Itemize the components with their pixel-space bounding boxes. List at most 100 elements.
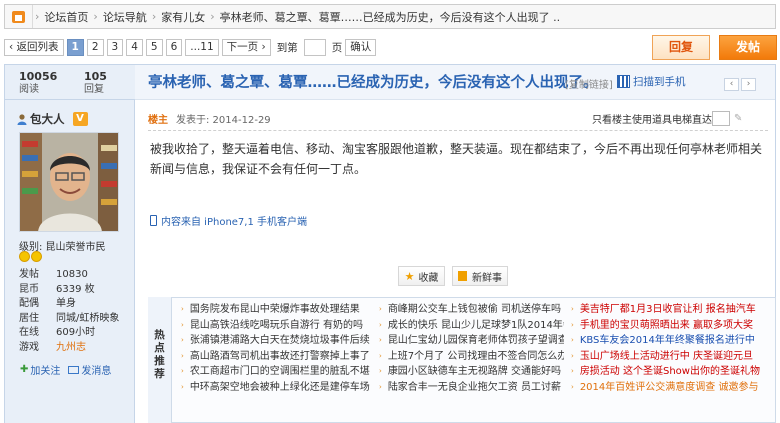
page-5[interactable]: 5	[145, 38, 163, 56]
follow-button[interactable]: ✚ 加关注	[20, 362, 60, 377]
page-unit-label: 页	[331, 41, 343, 54]
prev-thread-arrow-icon[interactable]: ‹	[724, 78, 739, 91]
promo-link[interactable]: › 2014年百姓评公交满意度调查 诚邀参与	[571, 380, 776, 396]
hot-link[interactable]: › 康园小区缺德车主无视路牌 交通能好吗	[379, 364, 564, 380]
replies-stat: 105 回复	[70, 65, 135, 99]
arrow-icon: ›	[571, 382, 574, 391]
from-phone-label: 内容来自 iPhone7,1 手机客户端	[161, 217, 308, 228]
hot-link-text: 商峰期公交车上钱包被偷 司机送停车吗	[387, 304, 561, 315]
hot-link[interactable]: › 商峰期公交车上钱包被偷 司机送停车吗	[379, 302, 564, 318]
favorite-button[interactable]: ★ 收藏	[398, 266, 445, 286]
avatar[interactable]	[19, 132, 119, 232]
reply-button[interactable]: 回复	[652, 35, 710, 60]
breadcrumb: › 论坛首页 › 论坛导航 › 家有儿女 › 亭林老师、葛之覃、葛覃……已经成为…	[4, 4, 776, 29]
profile-row: 居住 同城/虹桥映象	[19, 312, 119, 327]
author-row: 包大人 V	[17, 111, 88, 127]
next-thread-arrow-icon[interactable]: ›	[741, 78, 756, 91]
page-3[interactable]: 3	[106, 38, 124, 56]
arrow-icon: ›	[571, 336, 574, 345]
profile-online-value: 609小时	[56, 327, 96, 338]
hot-link[interactable]: › 昆山仁宝幼儿园保育老师体罚孩子望调查	[379, 333, 564, 349]
breadcrumb-forum-home[interactable]: 论坛首页	[41, 9, 91, 25]
arrow-icon: ›	[379, 336, 382, 345]
hot-link-text: 昆山仁宝幼儿园保育老师体罚孩子望调查	[387, 335, 564, 347]
posted-date: 发表于: 2014-12-29	[176, 115, 271, 126]
home-icon[interactable]	[5, 5, 33, 28]
floor-label: 楼主	[148, 115, 168, 126]
breadcrumb-forum-nav[interactable]: 论坛导航	[100, 9, 150, 25]
profile-key: 配偶	[19, 298, 39, 309]
author-name[interactable]: 包大人	[30, 111, 65, 127]
post-divider	[148, 130, 768, 131]
hot-link[interactable]: › 高山路酒驾司机出事故还打警察掉上事了	[181, 349, 371, 365]
profile-key: 游戏	[19, 341, 39, 353]
promo-link[interactable]: › KBS车友会2014年年终聚餐报名进行中	[571, 333, 776, 349]
profile-coins-value: 6339 枚	[56, 283, 95, 295]
send-message-button[interactable]: 发消息	[68, 362, 111, 377]
profile-row: 在线 609小时	[19, 326, 119, 341]
next-page-button[interactable]: 下一页 ›	[221, 38, 271, 56]
back-to-list-button[interactable]: ‹ 返回列表	[4, 38, 64, 56]
hot-link[interactable]: › 成长的快乐 昆山少儿足球梦1队2014年会	[379, 318, 564, 334]
hot-recommendations-label: 热 点 推 荐	[148, 297, 172, 423]
hot-link[interactable]: › 中环高架空地会被种上绿化还是建停车场	[181, 380, 371, 396]
profile-location-value: 同城/虹桥映象	[56, 312, 120, 324]
replies-count: 105	[84, 70, 107, 83]
hot-link[interactable]: › 张浦镇港浦路大白天在焚烧垃圾事件后续	[181, 333, 371, 349]
promo-link[interactable]: › 房损活动 这个圣诞Show出你的圣诞礼物	[571, 364, 776, 380]
hot-link-text: 昆山高铁沿线吃喝玩乐自游行 有奶的吗	[189, 319, 363, 331]
floor-jump-input[interactable]	[712, 111, 730, 126]
goto-confirm-button[interactable]: 确认	[345, 38, 377, 56]
from-phone-link[interactable]: 内容来自 iPhone7,1 手机客户端	[150, 213, 307, 228]
page-6[interactable]: 6	[165, 38, 183, 56]
share-news-button[interactable]: 新鲜事	[452, 266, 508, 286]
arrow-icon: ›	[379, 382, 382, 391]
hot-link[interactable]: › 昆山高铁沿线吃喝玩乐自游行 有奶的吗	[181, 318, 371, 334]
hot-link-text: 成长的快乐 昆山少儿足球梦1队2014年会	[387, 319, 564, 331]
thread-title: 亭林老师、葛之覃、葛覃……已经成为历史，今后没有这个人出现了。	[148, 75, 598, 91]
promo-link-text: 手机里的宝贝萌照晒出来 赢取多项大奖	[579, 319, 753, 331]
promo-link[interactable]: › 手机里的宝贝萌照晒出来 赢取多项大奖	[571, 318, 776, 334]
user-icon	[17, 113, 27, 125]
profile-posts-value: 10830	[56, 269, 88, 280]
page-4[interactable]: 4	[126, 38, 143, 56]
arrow-icon: ›	[571, 320, 574, 329]
arrow-icon: ›	[379, 320, 382, 329]
pen-icon[interactable]: ✎	[734, 113, 742, 124]
scan-to-phone-link[interactable]: 扫描到手机	[617, 74, 686, 89]
arrow-icon: ›	[379, 367, 382, 376]
hot-column-2: › 商峰期公交车上钱包被偷 司机送停车吗 › 成长的快乐 昆山少儿足球梦1队2014…	[379, 302, 564, 396]
breadcrumb-board[interactable]: 家有儿女	[158, 9, 208, 25]
news-icon	[458, 271, 467, 281]
hot-link-text: 康园小区缺德车主无视路牌 交通能好吗	[387, 366, 561, 378]
copy-link[interactable]: [复制链接]	[565, 76, 613, 91]
favorite-label: 收藏	[418, 272, 439, 284]
star-icon	[19, 251, 30, 262]
promo-link-text: 房损活动 这个圣诞Show出你的圣诞礼物	[579, 366, 760, 378]
hot-link[interactable]: › 陆家合丰一无良企业拖欠工资 员工讨薪	[379, 380, 564, 396]
hot-link[interactable]: › 国务院发布昆山中荣爆炸事故处理结果	[181, 302, 371, 318]
profile-key: 在线	[19, 327, 39, 338]
profile-game-link[interactable]: 九州志	[56, 341, 86, 356]
page-11[interactable]: ...11	[185, 38, 219, 56]
arrow-icon: ›	[181, 367, 184, 376]
only-op-link[interactable]: 只看楼主	[592, 111, 632, 126]
hot-link[interactable]: › 农工商超市门口的空调围栏里的脏乱不堪	[181, 364, 371, 380]
profile-key: 昆币	[19, 283, 39, 295]
post-content: 被我收拾了，整天逼着电信、移动、淘宝客服跟他道歉，整天装逼。现在都结束了，今后不…	[150, 142, 763, 176]
promo-link[interactable]: › 美吉特厂都1月3日收官让利 报名抽汽车	[571, 302, 776, 318]
phone-icon	[150, 215, 157, 226]
new-post-button[interactable]: 发帖	[719, 35, 777, 60]
use-item-link[interactable]: 使用道具	[632, 111, 672, 126]
promo-link[interactable]: › 玉山广场线上活动进行中 庆圣诞迎元旦	[571, 349, 776, 365]
arrow-icon: ›	[181, 336, 184, 345]
arrow-icon: ›	[181, 382, 184, 391]
page-2[interactable]: 2	[86, 38, 104, 56]
hot-label-char: 推	[154, 355, 165, 367]
hot-link[interactable]: › 上班7个月了 公司找理由不签合同怎么办	[379, 349, 564, 365]
promo-link-text: KBS车友会2014年年终聚餐报名进行中	[579, 335, 755, 347]
page-1[interactable]: 1	[66, 38, 84, 56]
replies-label: 回复	[84, 84, 104, 95]
goto-page-input[interactable]	[303, 38, 326, 56]
arrow-icon: ›	[181, 320, 184, 329]
